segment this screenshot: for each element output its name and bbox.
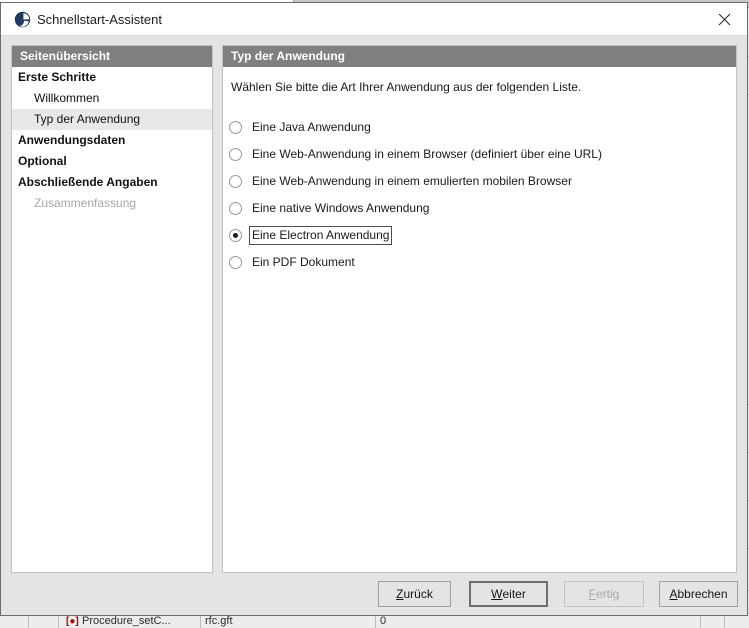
sidebar-item-label: Optional	[18, 154, 67, 168]
radio-option-label: Eine Web-Anwendung in einem emulierten m…	[252, 174, 572, 188]
back-button-mnemonic: Z	[396, 587, 404, 601]
radio-icon	[229, 256, 242, 269]
finish-button-label: ertig	[596, 587, 620, 601]
background-error-icon: [●]	[66, 616, 79, 627]
radio-option-label: Eine Electron Anwendung	[249, 226, 393, 245]
sidebar-item-willkommen[interactable]: Willkommen	[12, 88, 212, 109]
radio-icon	[229, 148, 242, 161]
application-type-header: Typ der Anwendung	[223, 46, 736, 67]
background-cell-text: Procedure_setC...	[82, 615, 171, 627]
window-title: Schnellstart-Assistent	[37, 12, 162, 27]
application-type-panel: Typ der Anwendung Wählen Sie bitte die A…	[222, 45, 737, 573]
sidebar-item-label: Willkommen	[34, 91, 100, 105]
next-button-mnemonic: W	[491, 587, 503, 601]
sidebar-item-label: Typ der Anwendung	[34, 112, 141, 126]
background-cell-text: 0	[380, 615, 387, 627]
finish-button: Fertig	[564, 581, 644, 607]
back-button-label: urück	[403, 587, 433, 601]
background-cell-divider	[200, 614, 201, 628]
cancel-button[interactable]: Abbrechen	[659, 581, 738, 607]
radio-option-pdf[interactable]: Ein PDF Dokument	[229, 249, 736, 276]
background-cell-divider	[724, 614, 725, 628]
radio-icon	[229, 121, 242, 134]
next-button[interactable]: Weiter	[469, 581, 548, 607]
sidebar-item-label: Zusammenfassung	[34, 196, 137, 210]
instruction-text: Wählen Sie bitte die Art Ihrer Anwendung…	[231, 80, 582, 94]
radio-icon	[229, 202, 242, 215]
radio-option-web-mobile-browser[interactable]: Eine Web-Anwendung in einem emulierten m…	[229, 168, 736, 195]
radio-icon-selected	[229, 229, 242, 242]
next-button-label: eiter	[502, 587, 526, 601]
sidebar-item-typ-der-anwendung[interactable]: Typ der Anwendung	[12, 109, 212, 130]
sidebar-item-label: Erste Schritte	[18, 70, 97, 84]
background-cell-divider	[28, 614, 29, 628]
radio-option-label: Eine Java Anwendung	[252, 120, 371, 134]
sidebar-item-abschliessende-angaben[interactable]: Abschließende Angaben	[12, 172, 212, 193]
page-overview-panel: Seitenübersicht Erste Schritte Willkomme…	[11, 45, 213, 573]
background-cell-divider	[700, 614, 701, 628]
radio-option-java[interactable]: Eine Java Anwendung	[229, 114, 736, 141]
radio-option-web-browser-url[interactable]: Eine Web-Anwendung in einem Browser (def…	[229, 141, 736, 168]
sidebar-item-erste-schritte[interactable]: Erste Schritte	[12, 67, 212, 88]
background-cell-divider	[58, 614, 59, 628]
page-overview-list: Erste Schritte Willkommen Typ der Anwend…	[12, 67, 212, 214]
radio-icon	[229, 175, 242, 188]
sidebar-item-label: Anwendungsdaten	[18, 133, 126, 147]
background-cell-divider	[375, 614, 376, 628]
cancel-button-mnemonic: A	[669, 587, 678, 601]
background-cell-text: rfc.gft	[205, 615, 233, 627]
sidebar-item-optional[interactable]: Optional	[12, 151, 212, 172]
page-overview-header: Seitenübersicht	[12, 46, 212, 67]
radio-option-label: Ein PDF Dokument	[252, 255, 355, 269]
radio-option-label: Eine Web-Anwendung in einem Browser (def…	[252, 147, 602, 161]
radio-option-electron[interactable]: Eine Electron Anwendung	[229, 222, 736, 249]
finish-button-mnemonic: F	[588, 587, 596, 601]
dialog-button-bar: Zurück Weiter Fertig Abbrechen	[1, 581, 747, 615]
radio-option-label: Eine native Windows Anwendung	[252, 201, 430, 215]
cancel-button-label: bbrechen	[677, 587, 728, 601]
radio-option-native-windows[interactable]: Eine native Windows Anwendung	[229, 195, 736, 222]
sidebar-item-anwendungsdaten[interactable]: Anwendungsdaten	[12, 130, 212, 151]
app-moon-icon	[14, 11, 31, 28]
dialog-body: Seitenübersicht Erste Schritte Willkomme…	[1, 36, 747, 615]
application-type-radio-group: Eine Java Anwendung Eine Web-Anwendung i…	[223, 114, 736, 276]
close-icon[interactable]	[701, 3, 747, 35]
title-bar: Schnellstart-Assistent	[1, 3, 747, 36]
sidebar-item-label: Abschließende Angaben	[18, 175, 158, 189]
back-button[interactable]: Zurück	[378, 581, 451, 607]
schnellstart-assistent-dialog: Schnellstart-Assistent Seitenübersicht E…	[0, 2, 748, 616]
sidebar-item-zusammenfassung: Zusammenfassung	[12, 193, 212, 214]
